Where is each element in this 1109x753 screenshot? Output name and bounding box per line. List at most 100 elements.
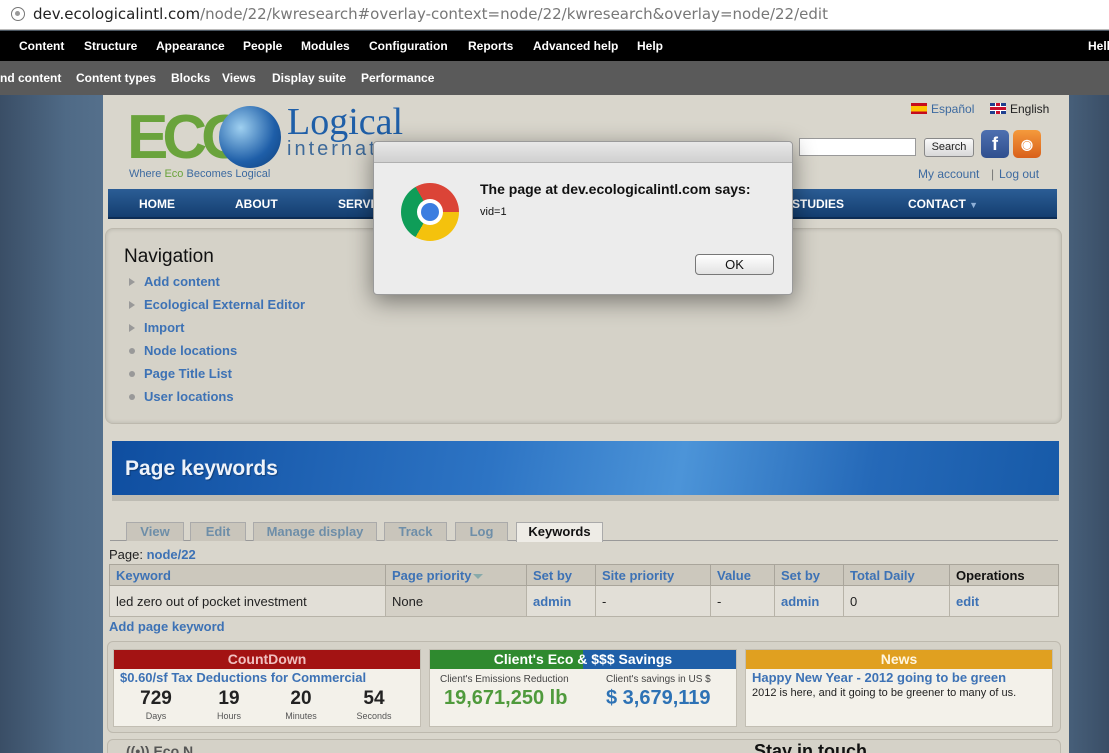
account-separator: | [991,167,995,181]
news-widget: News Happy New Year - 2012 going to be g… [745,649,1053,727]
nav-link-page-title-list[interactable]: Page Title List [129,366,232,381]
bullet-icon [129,394,135,400]
admin-shortcuts-bar: nd content Content types Blocks Views Di… [0,61,1109,95]
nav-link-add-content[interactable]: Add content [129,274,220,289]
column-keyword[interactable]: Keyword [109,564,386,586]
countdown-hours: 19 [218,688,240,709]
tab-track[interactable]: Track [384,522,447,541]
nav-link-user-locations[interactable]: User locations [129,389,234,404]
keywords-table: Keyword Page priority Set by Site priori… [109,564,1059,617]
admin-menu-people[interactable]: People [243,39,282,53]
cell-set-by-2-link[interactable]: admin [774,585,844,617]
admin-menu-help[interactable]: Help [637,39,663,53]
site-search-button[interactable]: Search [924,138,974,157]
eco-news-heading: ((•)) Eco N [126,743,194,753]
emissions-label: Client's Emissions Reduction [440,674,569,685]
address-bar[interactable]: dev.ecologicalintl.com/node/22/kwresearc… [0,0,1109,30]
dialog-message: vid=1 [480,206,507,218]
countdown-widget: CountDown $0.60/sf Tax Deductions for Co… [113,649,421,727]
emissions-value: 19,671,250 lb [444,687,568,709]
language-spanish-link[interactable]: Español [911,102,974,116]
nav-link-import[interactable]: Import [129,320,184,335]
column-total-daily[interactable]: Total Daily [843,564,950,586]
label-hours: Hours [216,711,241,721]
news-title-link[interactable]: Happy New Year - 2012 going to be green [752,670,1006,685]
countdown-days: 729 [140,688,172,709]
column-site-priority[interactable]: Site priority [595,564,711,586]
cell-set-by-link[interactable]: admin [526,585,596,617]
countdown-title-link[interactable]: $0.60/sf Tax Deductions for Commercial [120,670,366,685]
log-out-link[interactable]: Log out [999,167,1039,181]
url-text[interactable]: dev.ecologicalintl.com/node/22/kwresearc… [33,5,828,23]
tab-view[interactable]: View [126,522,184,541]
spain-flag-icon [911,103,927,114]
column-page-priority[interactable]: Page priority [385,564,527,586]
uk-flag-icon [990,103,1006,114]
savings-header: Client's Eco & $$$ Savings [430,650,736,669]
nav-home[interactable]: HOME [139,197,175,211]
shortcut-display-suite[interactable]: Display suite [272,71,346,85]
nav-studies[interactable]: STUDIES [792,197,844,211]
savings-value: $ 3,679,119 [606,687,711,709]
rss-icon[interactable]: ◉ [1013,130,1041,158]
label-seconds: Seconds [356,711,392,721]
admin-menu-configuration[interactable]: Configuration [369,39,448,53]
countdown-seconds: 54 [363,688,385,709]
logo-intl-text: internat [287,138,378,160]
shortcut-add-content[interactable]: nd content [0,71,61,85]
column-set-by-2[interactable]: Set by [774,564,844,586]
my-account-link[interactable]: My account [918,167,979,181]
cell-page-priority: None [385,585,527,617]
shortcut-views[interactable]: Views [222,71,256,85]
page-node-link[interactable]: node/22 [147,547,196,562]
tab-edit[interactable]: Edit [190,522,246,541]
admin-menu-structure[interactable]: Structure [84,39,137,53]
tab-manage-display[interactable]: Manage display [253,522,377,541]
label-minutes: Minutes [285,711,317,721]
admin-menu-advanced-help[interactable]: Advanced help [533,39,618,53]
edit-link[interactable]: edit [949,585,1059,617]
bottom-blocks: ((•)) Eco N Stay in touch [107,739,1061,753]
admin-menu-modules[interactable]: Modules [301,39,350,53]
countdown-header: CountDown [114,650,420,669]
ok-button[interactable]: OK [695,254,774,275]
logo-tagline: Where Eco Becomes Logical [129,168,271,180]
countdown-minutes: 20 [290,688,312,709]
cell-site-priority: - [595,585,711,617]
chevron-down-icon: ▼ [969,200,979,210]
admin-menu-content[interactable]: Content [19,39,64,53]
admin-menu-bar: Content Structure Appearance People Modu… [0,31,1109,61]
add-page-keyword-link[interactable]: Add page keyword [109,619,225,634]
page-keywords-banner: Page keywords [112,441,1059,501]
dialog-title: The page at dev.ecologicalintl.com says: [480,181,751,197]
cell-value: - [710,585,775,617]
nav-contact[interactable]: CONTACT ▼ [908,197,978,211]
column-value[interactable]: Value [710,564,775,586]
collapsed-triangle-icon [129,301,135,309]
shortcut-blocks[interactable]: Blocks [171,71,210,85]
nav-link-external-editor[interactable]: Ecological External Editor [129,297,305,312]
page-info: Page: node/22 [109,547,196,562]
column-set-by[interactable]: Set by [526,564,596,586]
admin-menu-reports[interactable]: Reports [468,39,513,53]
globe-icon [11,7,25,21]
news-header: News [746,650,1052,669]
nav-about[interactable]: ABOUT [235,197,278,211]
language-english-link[interactable]: English [990,102,1049,116]
stay-in-touch-heading: Stay in touch [754,741,868,753]
tab-log[interactable]: Log [455,522,508,541]
admin-menu-user[interactable]: Hell [1088,39,1109,53]
nav-services[interactable]: SERVI [338,197,374,211]
tab-keywords[interactable]: Keywords [516,522,603,542]
collapsed-triangle-icon [129,324,135,332]
bullet-icon [129,371,135,377]
facebook-icon[interactable]: f [981,130,1009,158]
site-search-input[interactable] [799,138,916,156]
shortcut-content-types[interactable]: Content types [76,71,156,85]
news-body: 2012 is here, and it going to be greener… [752,687,1017,699]
shortcut-performance[interactable]: Performance [361,71,434,85]
admin-menu-appearance[interactable]: Appearance [156,39,225,53]
navigation-title: Navigation [124,246,214,267]
globe-logo-icon [219,106,281,168]
nav-link-node-locations[interactable]: Node locations [129,343,237,358]
